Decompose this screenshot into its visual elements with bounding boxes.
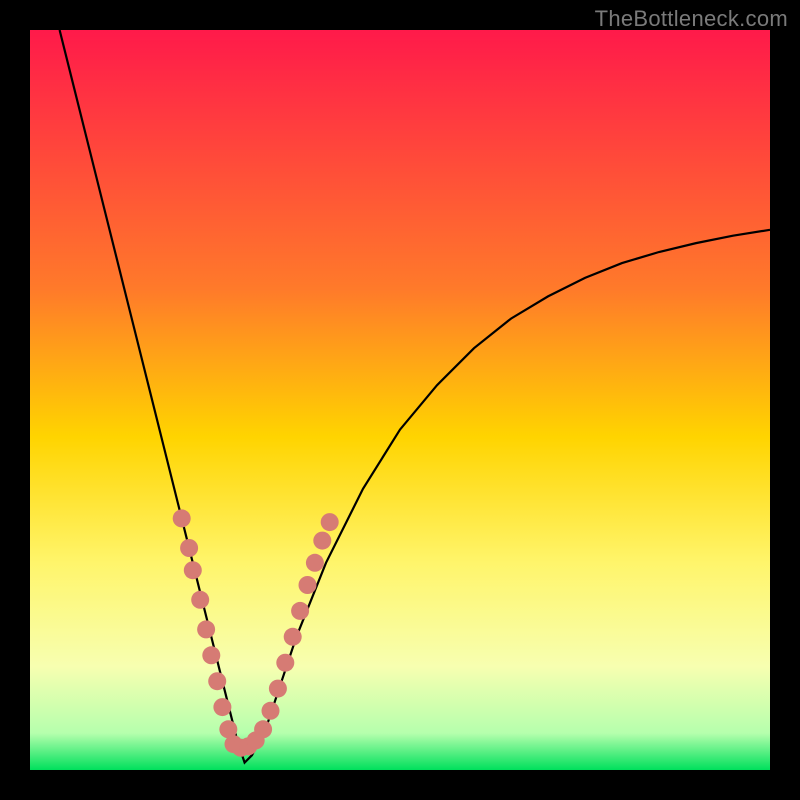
- data-point: [208, 672, 226, 690]
- gradient-background: [30, 30, 770, 770]
- data-point: [184, 561, 202, 579]
- data-point: [269, 680, 287, 698]
- data-point: [321, 513, 339, 531]
- data-point: [202, 646, 220, 664]
- data-point: [254, 720, 272, 738]
- chart-svg: [30, 30, 770, 770]
- plot-area: [30, 30, 770, 770]
- data-point: [299, 576, 317, 594]
- data-point: [284, 628, 302, 646]
- data-point: [191, 591, 209, 609]
- chart-frame: TheBottleneck.com: [0, 0, 800, 800]
- data-point: [313, 532, 331, 550]
- data-point: [197, 620, 215, 638]
- data-point: [213, 698, 231, 716]
- watermark-text: TheBottleneck.com: [595, 6, 788, 32]
- data-point: [262, 702, 280, 720]
- data-point: [306, 554, 324, 572]
- data-point: [276, 654, 294, 672]
- data-point: [291, 602, 309, 620]
- data-point: [180, 539, 198, 557]
- data-point: [173, 509, 191, 527]
